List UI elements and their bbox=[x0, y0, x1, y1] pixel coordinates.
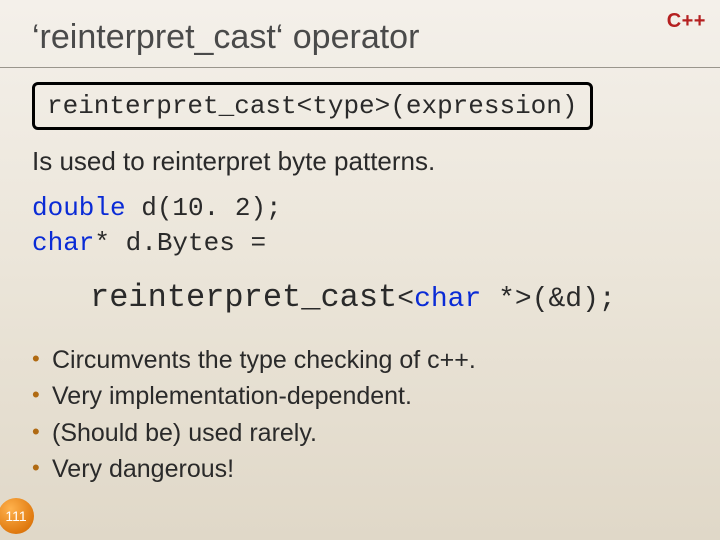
keyword: char bbox=[414, 284, 481, 315]
page-number-badge: 111 bbox=[0, 498, 34, 534]
list-item: • Very dangerous! bbox=[32, 451, 688, 487]
bullet-text: (Should be) used rarely. bbox=[52, 415, 317, 451]
code-line-1: double d(10. 2); bbox=[32, 191, 688, 226]
slide-title: ‘reinterpret_cast‘ operator bbox=[32, 18, 688, 57]
example-main: reinterpret_cast bbox=[90, 279, 397, 316]
keyword: double bbox=[32, 193, 126, 223]
example-tail: *>(&d); bbox=[481, 284, 615, 315]
slide-body: ‘reinterpret_cast‘ operator reinterpret_… bbox=[0, 0, 720, 487]
syntax-box: reinterpret_cast<type>(expression) bbox=[32, 82, 593, 130]
code-block: double d(10. 2); char* d.Bytes = bbox=[32, 191, 688, 261]
list-item: • Circumvents the type checking of c++. bbox=[32, 342, 688, 378]
bullet-text: Circumvents the type checking of c++. bbox=[52, 342, 476, 378]
bullet-dot-icon: • bbox=[32, 451, 52, 484]
bullet-text: Very dangerous! bbox=[52, 451, 234, 487]
bullet-dot-icon: • bbox=[32, 342, 52, 375]
bullet-dot-icon: • bbox=[32, 378, 52, 411]
keyword: char bbox=[32, 228, 94, 258]
code-text: * d.Bytes = bbox=[94, 228, 266, 258]
code-text: d(10. 2); bbox=[126, 193, 282, 223]
bullet-list: • Circumvents the type checking of c++. … bbox=[32, 342, 688, 487]
bullet-dot-icon: • bbox=[32, 415, 52, 448]
list-item: • (Should be) used rarely. bbox=[32, 415, 688, 451]
list-item: • Very implementation-dependent. bbox=[32, 378, 688, 414]
example-line: reinterpret_cast<char *>(&d); bbox=[90, 279, 688, 316]
angle-open: < bbox=[397, 284, 414, 315]
language-badge: C++ bbox=[667, 10, 706, 33]
bullet-text: Very implementation-dependent. bbox=[52, 378, 412, 414]
code-line-2: char* d.Bytes = bbox=[32, 226, 688, 261]
title-underline bbox=[0, 67, 720, 68]
description-text: Is used to reinterpret byte patterns. bbox=[32, 146, 688, 177]
